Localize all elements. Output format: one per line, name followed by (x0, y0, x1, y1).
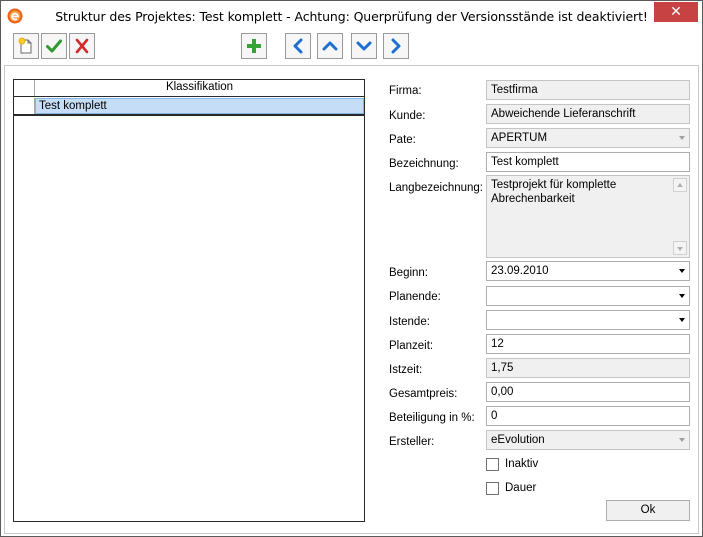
textarea-scrollbar[interactable] (672, 177, 688, 256)
langbezeichnung-label: Langbezeichnung: (389, 182, 483, 194)
chevron-down-icon[interactable] (679, 269, 685, 273)
planzeit-label: Planzeit: (389, 340, 434, 352)
title-bar[interactable]: Struktur des Projektes: Test komplett - … (1, 1, 702, 31)
window-title: Struktur des Projektes: Test komplett - … (55, 9, 648, 24)
beginn-label: Beginn: (389, 267, 429, 279)
save-button[interactable] (41, 33, 67, 59)
pate-value: APERTUM (491, 132, 548, 144)
move-left-button[interactable] (285, 33, 311, 59)
classification-grid[interactable]: Klassifikation Test komplett (13, 79, 365, 522)
dauer-label[interactable]: Dauer (505, 482, 536, 494)
close-button[interactable]: ✕ (654, 2, 698, 22)
beginn-datepicker[interactable]: 23.09.2010 (486, 261, 690, 281)
istzeit-label: Istzeit: (389, 364, 423, 376)
pate-label: Pate: (389, 134, 416, 146)
planzeit-input[interactable]: 12 (486, 334, 690, 354)
column-header-klassifikation[interactable]: Klassifikation (35, 81, 364, 93)
add-button[interactable] (241, 33, 267, 59)
row-header[interactable] (14, 98, 35, 114)
chevron-down-icon[interactable] (679, 294, 685, 298)
kunde-label: Kunde: (389, 110, 426, 122)
ok-button[interactable]: Ok (606, 500, 690, 521)
scroll-down-icon (677, 247, 683, 251)
inaktiv-checkbox[interactable] (486, 458, 499, 471)
scroll-up-button[interactable] (673, 178, 687, 192)
chevron-down-icon[interactable] (679, 438, 685, 442)
arrow-left-icon (289, 37, 307, 55)
dialog-window: Struktur des Projektes: Test komplett - … (0, 0, 703, 537)
langbezeichnung-value: Testprojekt für komplette Abrechenbarkei… (491, 179, 617, 205)
ersteller-label: Ersteller: (389, 436, 435, 448)
arrow-down-icon (355, 37, 373, 55)
planende-label: Planende: (389, 291, 441, 303)
gesamtpreis-label: Gesamtpreis: (389, 388, 458, 400)
firma-label: Firma: (389, 85, 422, 97)
scroll-up-icon (677, 183, 683, 187)
new-icon (17, 37, 35, 55)
planende-datepicker[interactable] (486, 286, 690, 306)
langbezeichnung-textarea[interactable]: Testprojekt für komplette Abrechenbarkei… (486, 175, 690, 258)
cancel-button[interactable] (69, 33, 95, 59)
bezeichnung-input[interactable]: Test komplett (486, 152, 690, 172)
toolbar (1, 31, 702, 61)
beteiligung-input[interactable]: 0 (486, 406, 690, 426)
grid-corner-cell (14, 80, 35, 96)
arrow-up-icon (321, 37, 339, 55)
arrow-right-icon (387, 37, 405, 55)
chevron-down-icon[interactable] (679, 136, 685, 140)
istende-label: Istende: (389, 316, 430, 328)
firma-field[interactable]: Testfirma (486, 80, 690, 100)
istzeit-field[interactable]: 1,75 (486, 358, 690, 378)
pate-combobox[interactable]: APERTUM (486, 128, 690, 148)
scroll-down-button[interactable] (673, 241, 687, 255)
inaktiv-label[interactable]: Inaktiv (505, 458, 538, 470)
beginn-value: 23.09.2010 (491, 265, 549, 277)
add-plus-icon (245, 37, 263, 55)
chevron-down-icon[interactable] (679, 318, 685, 322)
save-checkmark-icon (45, 37, 63, 55)
close-icon: ✕ (670, 3, 682, 19)
grid-cell[interactable]: Test komplett (35, 98, 364, 114)
move-down-button[interactable] (351, 33, 377, 59)
dauer-checkbox[interactable] (486, 482, 499, 495)
new-button[interactable] (13, 33, 39, 59)
move-up-button[interactable] (317, 33, 343, 59)
ersteller-value: eEvolution (491, 434, 545, 446)
beteiligung-label: Beteiligung in %: (389, 412, 475, 424)
istende-datepicker[interactable] (486, 310, 690, 330)
ersteller-combobox[interactable]: eEvolution (486, 430, 690, 450)
bezeichnung-label: Bezeichnung: (389, 158, 459, 170)
move-right-button[interactable] (383, 33, 409, 59)
grid-header: Klassifikation (14, 80, 364, 97)
table-row[interactable]: Test komplett (14, 98, 364, 116)
gesamtpreis-input[interactable]: 0,00 (486, 382, 690, 402)
kunde-field[interactable]: Abweichende Lieferanschrift (486, 104, 690, 124)
cancel-x-icon (73, 37, 91, 55)
